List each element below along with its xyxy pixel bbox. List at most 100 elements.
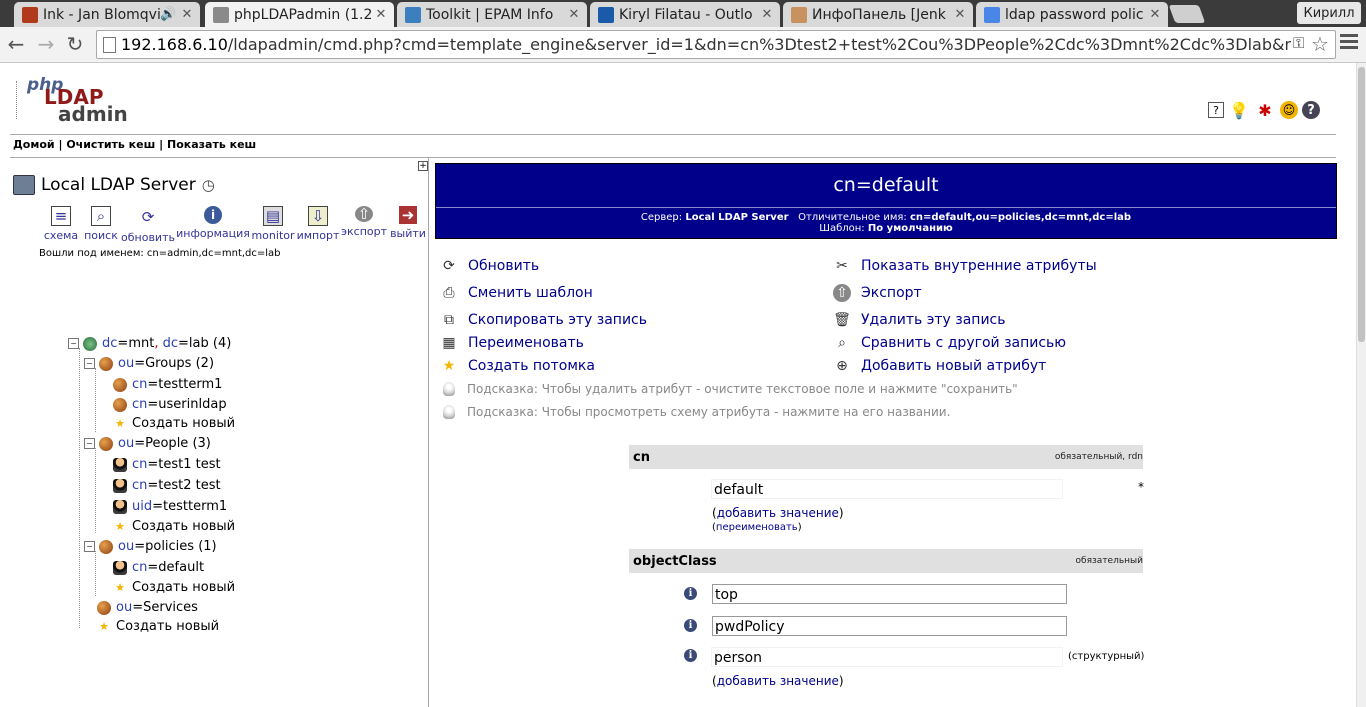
browser-tab[interactable]: ldap password polic ✕ — [976, 2, 1168, 27]
question-icon[interactable]: ? — [1302, 101, 1320, 119]
attr-value-cn[interactable]: default — [711, 479, 1063, 499]
tool-export[interactable]: ⇧ экспорт — [340, 205, 388, 244]
collapse-toggle[interactable]: − — [84, 358, 95, 369]
tree-create-new-root[interactable]: ★ Создать новый — [97, 619, 219, 634]
objectclass-value-input[interactable]: pwdPolicy — [712, 616, 1067, 636]
browser-tab[interactable]: ИнфоПанель [Jenk ✕ — [783, 2, 973, 27]
action-add-attribute[interactable]: ⊕ Добавить новый атрибут — [833, 357, 1046, 375]
new-tab-button[interactable] — [1168, 5, 1206, 23]
info-icon[interactable]: i — [684, 619, 697, 632]
action-export[interactable]: ⇧ Экспорт — [833, 284, 922, 302]
entry-title: cn=default — [833, 174, 939, 196]
tab-close-icon[interactable]: ✕ — [374, 7, 388, 22]
tree-node-cn-default[interactable]: cn=default — [113, 560, 204, 575]
tree-node-label: cn=test1 test — [132, 457, 221, 472]
tree-node-label: ou=People (3) — [118, 436, 211, 451]
address-bar[interactable]: 192.168.6.10/ldapadmin/cmd.php?cmd=templ… — [96, 30, 1336, 59]
tree-create-new-groups[interactable]: ★ Создать новый — [113, 416, 235, 431]
tool-logout[interactable]: ➜ выйти — [388, 206, 428, 244]
tool-import[interactable]: ⇩ импорт — [296, 206, 340, 244]
collapse-toggle[interactable]: − — [84, 438, 95, 449]
tool-monitor[interactable]: ▤ monitor — [250, 206, 296, 244]
info-icon[interactable]: i — [684, 587, 697, 600]
tab-close-icon[interactable]: ✕ — [760, 7, 774, 22]
expand-pane-button[interactable]: + — [418, 161, 428, 171]
action-create-child[interactable]: ★ Создать потомка — [440, 357, 595, 375]
show-cache-link[interactable]: Показать кеш — [167, 138, 256, 151]
collapse-toggle[interactable]: − — [68, 338, 79, 349]
tree-node-ou-services[interactable]: ou=Services — [97, 600, 198, 615]
bug-icon[interactable]: ✱ — [1254, 99, 1276, 121]
action-compare[interactable]: ⌕ Сравнить с другой записью — [833, 334, 1066, 352]
action-switch-template[interactable]: ⎙ Сменить шаблон — [440, 284, 592, 302]
action-refresh[interactable]: ⟳ Обновить — [440, 257, 539, 275]
home-link[interactable]: Домой — [13, 138, 55, 151]
add-value-link-cn[interactable]: (добавить значение) — [712, 506, 844, 520]
speaker-icon[interactable]: 🔊 — [160, 7, 176, 22]
tree-node-ou-groups[interactable]: − ou=Groups (2) — [84, 356, 214, 371]
tree-node-label: cn=default — [132, 560, 205, 575]
tree-node-cn-userinldap[interactable]: cn=userinldap — [113, 397, 227, 412]
key-icon[interactable]: ⚿ — [1293, 34, 1304, 52]
rename-link[interactable]: (переименовать) — [712, 522, 802, 533]
action-delete-entry[interactable]: 🗑 Удалить эту запись — [833, 311, 1005, 329]
collapse-toggle[interactable]: − — [84, 541, 95, 552]
tree-node-label: uid=testterm1 — [132, 499, 228, 514]
tree-node-label: cn=test2 test — [132, 478, 221, 493]
objectclass-value-input[interactable]: top — [712, 584, 1067, 604]
tree-node-ou-people[interactable]: − ou=People (3) — [84, 436, 211, 451]
help-icon[interactable]: ? — [1208, 102, 1224, 118]
info-icon[interactable]: i — [684, 649, 697, 662]
tree-create-new-policies[interactable]: ★ Создать новый — [113, 580, 235, 595]
tree-node-label: cn=userinldap — [132, 397, 227, 412]
tab-close-icon[interactable]: ✕ — [1148, 7, 1162, 22]
tree-create-new-people[interactable]: ★ Создать новый — [113, 519, 235, 534]
create-new-label: Создать новый — [132, 580, 236, 595]
tab-close-icon[interactable]: ✕ — [180, 7, 194, 22]
browser-tab-bar: Ink - Jan Blomqvi 🔊 ✕ phpLDAPadmin (1.2 … — [0, 0, 1366, 27]
hint-view-schema: Подсказка: Чтобы просмотреть схему атриб… — [443, 405, 950, 419]
action-show-internal-attrs[interactable]: ✂ Показать внутренние атрибуты — [833, 257, 1097, 275]
tree-node-cn-test1[interactable]: cn=test1 test — [113, 457, 221, 472]
tree-root-dc[interactable]: − dc=mnt, dc=lab (4) — [68, 336, 231, 351]
tool-refresh[interactable]: ⟳ обновить — [120, 206, 176, 244]
forward-icon[interactable]: → — [34, 32, 58, 56]
phpldapadmin-logo[interactable]: php LDAP admin — [14, 75, 128, 126]
tree-node-uid-testterm1[interactable]: uid=testterm1 — [113, 499, 227, 514]
tab-close-icon[interactable]: ✕ — [567, 7, 581, 22]
tab-close-icon[interactable]: ✕ — [953, 7, 967, 22]
tree-node-label: cn=testterm1 — [132, 377, 223, 392]
browser-tab[interactable]: Toolkit | EPAM Info ✕ — [397, 2, 587, 27]
tool-label: схема — [43, 229, 79, 242]
attr-name-cn[interactable]: cn — [633, 450, 650, 465]
tree-node-cn-test2[interactable]: cn=test2 test — [113, 478, 221, 493]
tree-node-cn-testterm1[interactable]: cn=testterm1 — [113, 377, 222, 392]
tool-search[interactable]: ⌕ поиск — [82, 206, 120, 244]
browser-tab-active[interactable]: phpLDAPadmin (1.2 ✕ — [205, 2, 394, 27]
add-value-link-objectclass[interactable]: (добавить значение) — [712, 674, 844, 688]
clear-cache-link[interactable]: Очистить кеш — [66, 138, 155, 151]
ou-icon — [99, 539, 113, 554]
browser-tab[interactable]: Kiryl Filatau - Outlo ✕ — [590, 2, 780, 27]
back-icon[interactable]: ← — [4, 32, 28, 56]
action-rename[interactable]: ▦ Переименовать — [440, 334, 584, 352]
header-icons: ? 💡 ✱ ☺ ? — [1208, 99, 1320, 121]
page-scrollbar[interactable] — [1356, 63, 1366, 707]
lightbulb-icon[interactable]: 💡 — [1228, 99, 1250, 121]
tool-info[interactable]: i информация — [176, 206, 250, 244]
browser-tab[interactable]: Ink - Jan Blomqvi 🔊 ✕ — [14, 2, 200, 27]
profile-button[interactable]: Кирилл — [1297, 2, 1361, 24]
reload-icon[interactable]: ↻ — [63, 32, 87, 56]
monitor-icon: ▤ — [263, 206, 283, 226]
hint-delete-attribute: Подсказка: Чтобы удалить атрибут - очист… — [443, 382, 1018, 396]
tree-node-ou-policies[interactable]: − ou=policies (1) — [84, 539, 217, 554]
action-copy-entry[interactable]: ⧉ Скопировать эту запись — [440, 311, 647, 329]
menu-icon[interactable] — [1340, 34, 1358, 52]
attr-name-objectclass[interactable]: objectClass — [633, 554, 717, 569]
smiley-icon[interactable]: ☺ — [1280, 101, 1298, 119]
tool-schema[interactable]: ≡ схема — [40, 206, 82, 244]
star-icon: ★ — [99, 620, 109, 633]
address-url[interactable]: 192.168.6.10/ldapadmin/cmd.php?cmd=templ… — [121, 35, 1291, 54]
scrollbar-thumb[interactable] — [1358, 67, 1365, 342]
bookmark-star-icon[interactable]: ☆ — [1311, 32, 1329, 56]
